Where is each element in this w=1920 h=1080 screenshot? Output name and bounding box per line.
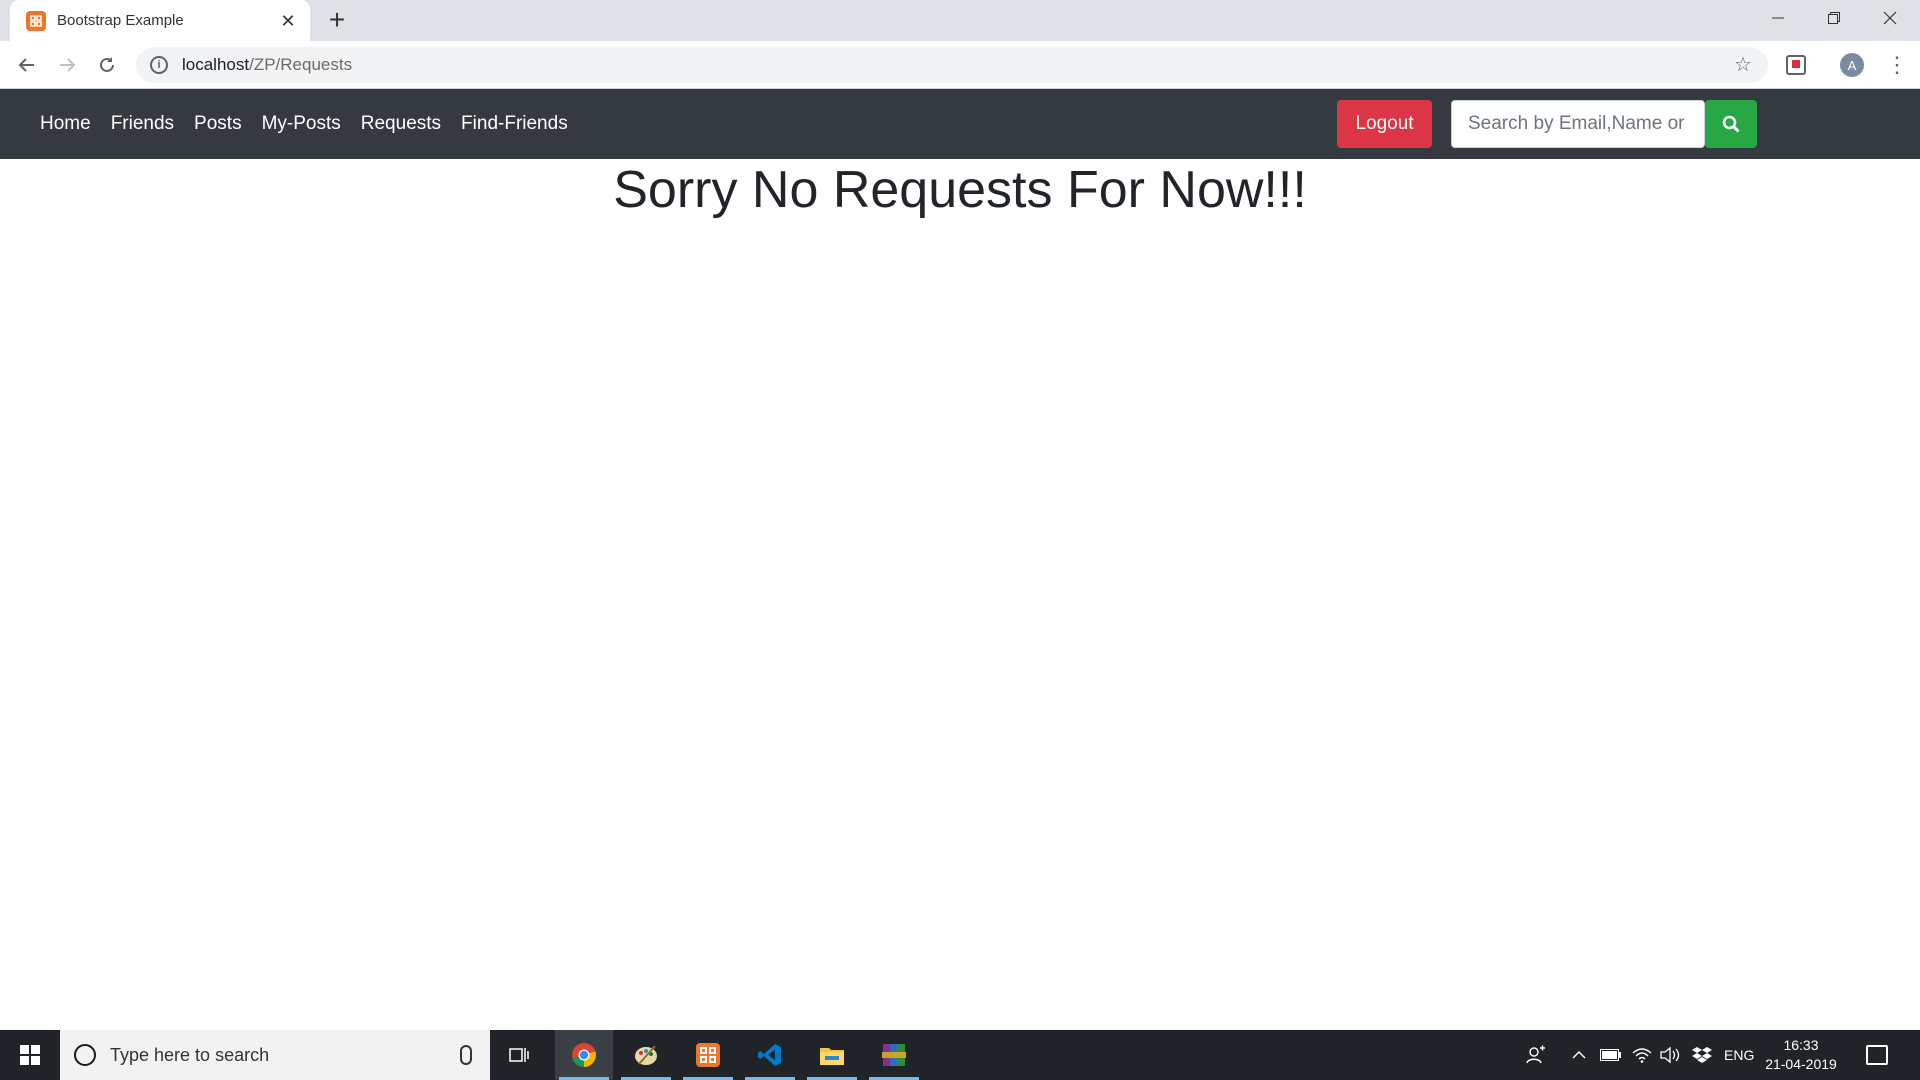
windows-taskbar: Type here to search ENG 16:33 21-04-2019 xyxy=(0,1030,1920,1080)
dropbox-icon[interactable] xyxy=(1692,1030,1712,1080)
wifi-icon[interactable] xyxy=(1632,1030,1652,1080)
xampp-taskbar-icon[interactable] xyxy=(679,1030,737,1080)
nav-links: Home Friends Posts My-Posts Requests Fin… xyxy=(40,89,588,159)
site-navbar: Home Friends Posts My-Posts Requests Fin… xyxy=(0,89,1920,159)
chrome-taskbar-icon[interactable] xyxy=(555,1030,613,1080)
search-input[interactable] xyxy=(1451,100,1705,148)
nav-link-find-friends[interactable]: Find-Friends xyxy=(461,113,568,135)
bookmark-star-icon[interactable]: ☆ xyxy=(1734,55,1754,75)
paint-taskbar-icon[interactable] xyxy=(617,1030,675,1080)
people-icon[interactable] xyxy=(1526,1030,1546,1080)
file-explorer-taskbar-icon[interactable] xyxy=(803,1030,861,1080)
nav-link-home[interactable]: Home xyxy=(40,113,91,135)
profile-avatar[interactable]: A xyxy=(1840,53,1864,77)
nav-link-friends[interactable]: Friends xyxy=(111,113,174,135)
url-text: localhost/ZP/Requests xyxy=(182,55,353,74)
chevron-up-icon[interactable] xyxy=(1572,1030,1586,1080)
battery-icon[interactable] xyxy=(1600,1030,1622,1080)
xampp-favicon-icon xyxy=(26,10,46,31)
vscode-taskbar-icon[interactable] xyxy=(741,1030,799,1080)
language-indicator[interactable]: ENG xyxy=(1724,1030,1754,1080)
browser-menu-icon[interactable]: ⋮ xyxy=(1886,53,1908,77)
forward-icon[interactable] xyxy=(53,51,81,79)
browser-tab[interactable]: Bootstrap Example ✕ xyxy=(10,0,310,41)
new-tab-icon[interactable]: + xyxy=(324,6,350,34)
winrar-taskbar-icon[interactable] xyxy=(865,1030,923,1080)
reload-icon[interactable] xyxy=(93,51,121,79)
action-center-icon[interactable] xyxy=(1866,1045,1888,1065)
tab-close-icon[interactable]: ✕ xyxy=(278,11,298,31)
task-view-icon[interactable] xyxy=(490,1030,548,1080)
page-heading: Sorry No Requests For Now!!! xyxy=(613,161,1307,219)
close-window-icon[interactable] xyxy=(1862,0,1918,36)
cortana-icon xyxy=(74,1044,96,1066)
microphone-icon[interactable] xyxy=(460,1045,472,1065)
taskbar-clock[interactable]: 16:33 21-04-2019 xyxy=(1756,1036,1846,1074)
volume-icon[interactable] xyxy=(1660,1030,1682,1080)
clock-date: 21-04-2019 xyxy=(1765,1056,1837,1072)
browser-toolbar: i localhost/ZP/Requests ☆ A ⋮ xyxy=(0,41,1920,89)
nav-link-my-posts[interactable]: My-Posts xyxy=(262,113,341,135)
tab-title: Bootstrap Example xyxy=(57,12,184,29)
taskbar-search-box[interactable]: Type here to search xyxy=(60,1030,490,1080)
search-button[interactable] xyxy=(1705,100,1757,148)
address-bar[interactable]: i localhost/ZP/Requests ☆ xyxy=(136,47,1768,83)
logout-button[interactable]: Logout xyxy=(1337,100,1432,148)
search-icon xyxy=(1722,115,1740,133)
info-icon[interactable]: i xyxy=(150,56,168,74)
minimize-icon[interactable] xyxy=(1750,0,1806,36)
restore-icon[interactable] xyxy=(1806,0,1862,36)
windows-start-icon[interactable] xyxy=(0,1030,60,1080)
clock-time: 16:33 xyxy=(1783,1037,1819,1053)
back-icon[interactable] xyxy=(13,51,41,79)
browser-tabstrip: Bootstrap Example ✕ + xyxy=(0,0,1920,41)
nav-link-requests[interactable]: Requests xyxy=(361,113,441,135)
extension-icon[interactable] xyxy=(1786,55,1806,75)
taskbar-search-placeholder: Type here to search xyxy=(110,1044,270,1065)
nav-link-posts[interactable]: Posts xyxy=(194,113,242,135)
